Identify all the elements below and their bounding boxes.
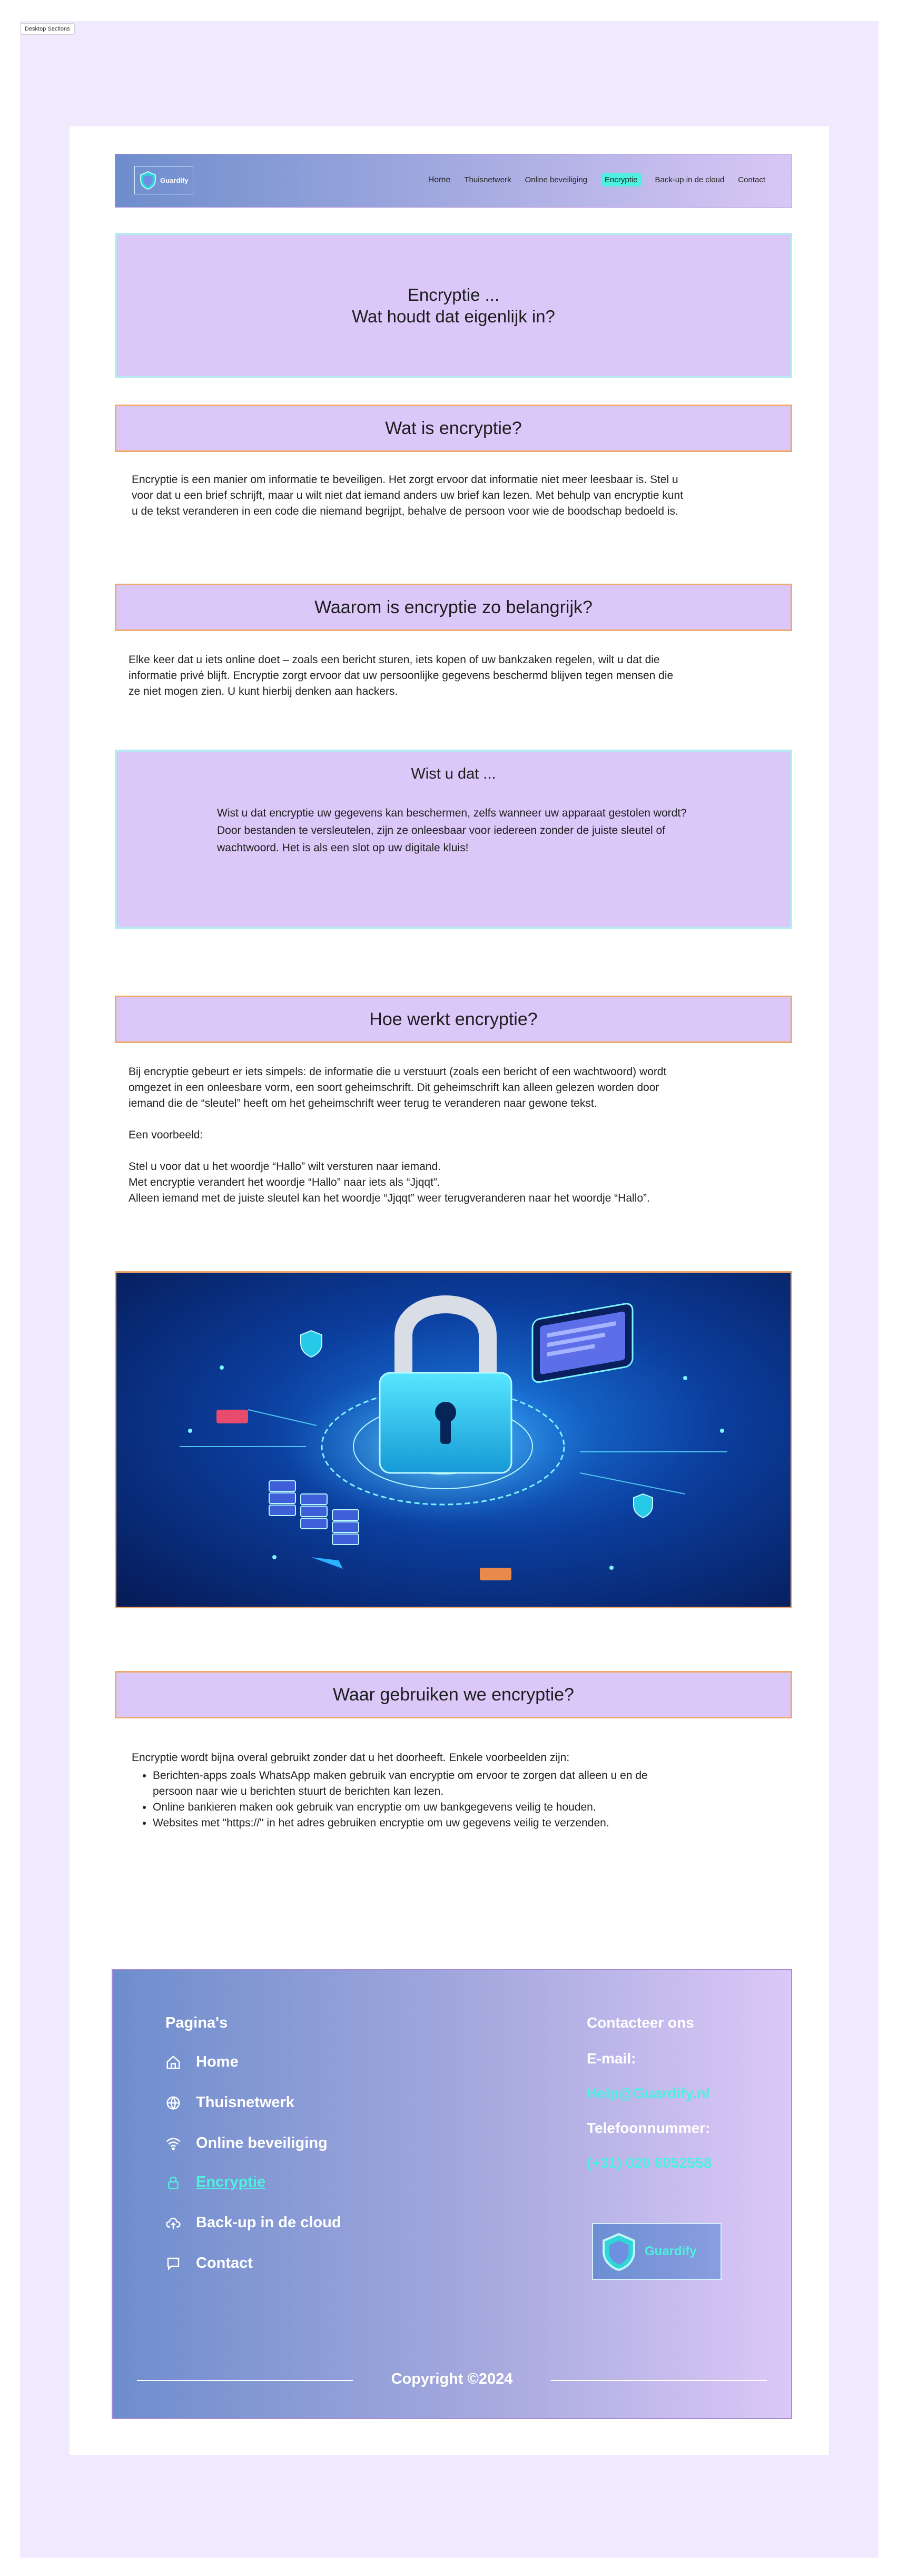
shield-logo-icon	[140, 171, 156, 190]
paragraph: Encryptie is een manier om informatie te…	[132, 474, 684, 517]
chat-icon	[167, 2257, 180, 2270]
footer-pages-title: Pagina's	[165, 2014, 228, 2031]
nav-link-backup-cloud[interactable]: Back-up in de cloud	[655, 175, 725, 184]
footer-link-contact[interactable]: Contact	[165, 2255, 253, 2272]
wifi-icon	[166, 2137, 181, 2150]
footer-email-label: E-mail:	[587, 2050, 636, 2067]
footer-link-backup-cloud[interactable]: Back-up in de cloud	[165, 2214, 341, 2231]
paragraph: Elke keer dat u iets online doet – zoals…	[129, 654, 674, 697]
footer-logo[interactable]: Guardify	[592, 2223, 722, 2280]
callout-text: Wist u dat encryptie uw gegevens kan bes…	[217, 807, 687, 854]
logo-text: Guardify	[160, 176, 189, 184]
section-title: Waarom is encryptie zo belangrijk?	[314, 597, 593, 617]
section-heading-why: Waarom is encryptie zo belangrijk?	[115, 584, 792, 631]
nav-links: Home Thuisnetwerk Online beveiliging Enc…	[428, 173, 765, 186]
copyright-text: Copyright ©2024	[391, 2371, 513, 2387]
callout-title: Wist u dat ...	[411, 765, 496, 782]
list-item: Online bankieren maken ook gebruik van e…	[153, 1800, 685, 1815]
section-text-where: Encryptie wordt bijna overal gebruikt zo…	[132, 1750, 685, 1831]
hero-banner: Encryptie ... Wat houdt dat eigenlijk in…	[115, 233, 792, 378]
hero-title-line2: Wat houdt dat eigenlijk in?	[352, 307, 555, 326]
paragraph: Alleen iemand met de juiste sleutel kan …	[129, 1192, 650, 1204]
section-text-why: Elke keer dat u iets online doet – zoals…	[129, 652, 682, 700]
footer-link-thuisnetwerk[interactable]: Thuisnetwerk	[165, 2094, 294, 2111]
section-title: Waar gebruiken we encryptie?	[333, 1684, 574, 1705]
lock-icon	[168, 2176, 179, 2189]
footer-link-label: Contact	[196, 2255, 253, 2272]
paragraph: Bij encryptie gebeurt er iets simpels: d…	[129, 1066, 667, 1109]
home-icon	[166, 2055, 180, 2069]
nav-link-encryptie[interactable]: Encryptie	[601, 173, 642, 186]
nav-link-online-beveiliging[interactable]: Online beveiliging	[525, 175, 587, 184]
frame-label: Desktop Sections	[20, 23, 75, 35]
list-item: Websites met "https://" in het adres geb…	[153, 1815, 685, 1831]
did-you-know-callout: Wist u dat ... Wist u dat encryptie uw g…	[115, 750, 792, 929]
page: Guardify Home Thuisnetwerk Online beveil…	[70, 126, 829, 2455]
padlock-illustration-icon	[180, 1295, 727, 1580]
section-heading-where: Waar gebruiken we encryptie?	[115, 1671, 792, 1718]
section-title: Hoe werkt encryptie?	[369, 1009, 538, 1029]
section-heading-what: Wat is encryptie?	[115, 405, 792, 452]
section-text-what: Encryptie is een manier om informatie te…	[132, 472, 685, 519]
top-navbar: Guardify Home Thuisnetwerk Online beveil…	[115, 154, 792, 208]
section-title: Wat is encryptie?	[385, 418, 522, 438]
list-item: Berichten-apps zoals WhatsApp maken gebr…	[153, 1768, 685, 1800]
footer-link-label: Online beveiliging	[196, 2135, 328, 2151]
paragraph: Een voorbeeld:	[129, 1129, 203, 1141]
paragraph: Encryptie wordt bijna overal gebruikt zo…	[132, 1752, 570, 1764]
encryption-illustration	[115, 1271, 792, 1608]
footer-email-link[interactable]: Help@Guardify.nl	[587, 2085, 710, 2102]
section-text-how: Bij encryptie gebeurt er iets simpels: d…	[129, 1064, 682, 1206]
nav-link-thuisnetwerk[interactable]: Thuisnetwerk	[464, 175, 511, 184]
section-heading-how: Hoe werkt encryptie?	[115, 996, 792, 1043]
footer-link-label: Back-up in de cloud	[196, 2214, 341, 2231]
paragraph: Stel u voor dat u het woordje “Hallo” wi…	[129, 1161, 441, 1173]
footer-contact-title: Contacteer ons	[587, 2014, 694, 2031]
footer-link-label: Encryptie	[196, 2174, 266, 2190]
footer-link-label: Home	[196, 2053, 239, 2070]
globe-icon	[166, 2096, 180, 2110]
footer: Pagina's Home Thuisnetwerk Online beveil…	[112, 1969, 792, 2419]
footer-link-online-beveiliging[interactable]: Online beveiliging	[165, 2135, 328, 2152]
footer-phone-label: Telefoonnummer:	[587, 2120, 710, 2136]
nav-link-home[interactable]: Home	[428, 175, 451, 185]
usage-list: Berichten-apps zoals WhatsApp maken gebr…	[132, 1768, 685, 1831]
footer-link-label: Thuisnetwerk	[196, 2094, 294, 2111]
footer-phone-link[interactable]: (+31) 020 6052558	[587, 2155, 712, 2171]
paragraph: Met encryptie verandert het woordje “Hal…	[129, 1176, 440, 1188]
footer-link-home[interactable]: Home	[165, 2053, 239, 2071]
footer-logo-text: Guardify	[645, 2244, 697, 2258]
divider	[551, 2380, 767, 2381]
hero-title-line1: Encryptie ...	[407, 284, 500, 304]
cloud-upload-icon	[166, 2217, 181, 2229]
shield-logo-icon	[603, 2233, 635, 2272]
footer-link-encryptie[interactable]: Encryptie	[165, 2174, 265, 2191]
logo[interactable]: Guardify	[134, 166, 193, 194]
nav-link-contact[interactable]: Contact	[738, 175, 765, 184]
